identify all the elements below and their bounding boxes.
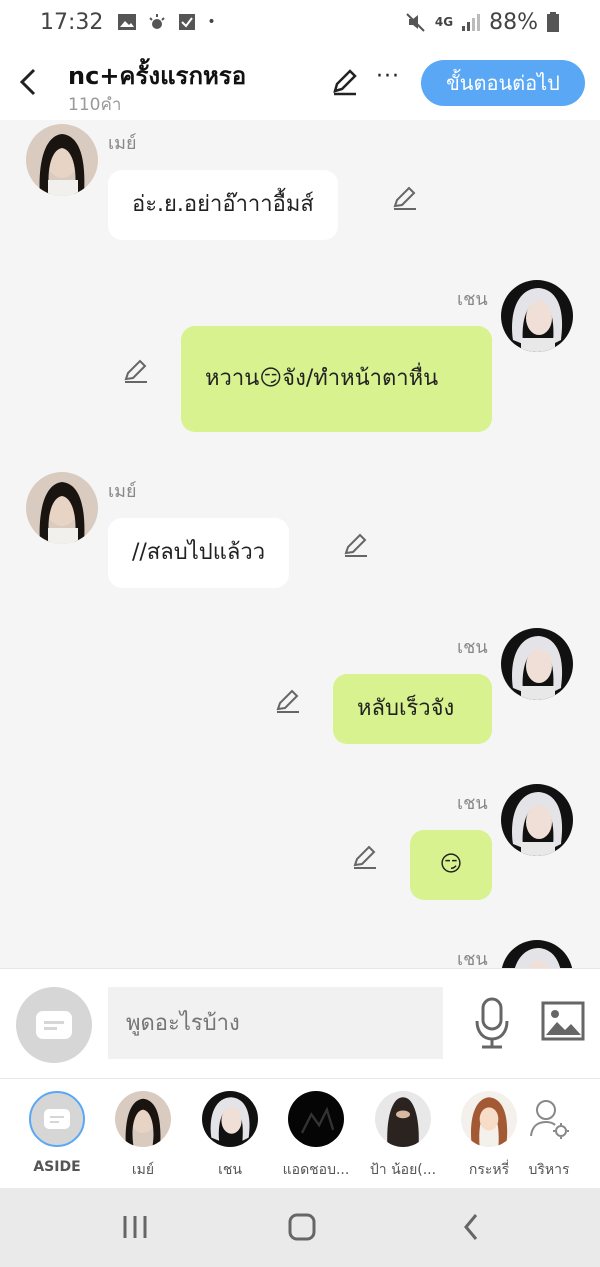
character-chen[interactable]: เชน <box>187 1091 273 1181</box>
edit-message-icon[interactable] <box>274 686 302 714</box>
character-label: ASIDE <box>33 1159 81 1175</box>
sender-name: เมย์ <box>108 481 137 502</box>
checkbox-notification-icon <box>179 14 196 30</box>
sender-name: เชน <box>457 637 488 658</box>
chat-area[interactable]: เมย์ อ่ะ.ย.อย่าอ๊าาาอื้มส์ เชน หวาน😏จัง/… <box>0 120 600 968</box>
sender-name: เชน <box>457 949 488 968</box>
avatar <box>375 1091 431 1147</box>
edit-message-icon[interactable] <box>351 842 379 870</box>
status-time: 17:32 <box>40 9 104 35</box>
sender-name: เชน <box>457 793 488 814</box>
battery-level: 88% <box>489 9 538 35</box>
status-bar: 17:32 • 4G 88% <box>0 0 600 44</box>
character-label: เชน <box>218 1162 242 1178</box>
aside-avatar <box>29 1091 85 1147</box>
battery-icon <box>547 12 559 32</box>
system-navigation-bar <box>0 1188 600 1267</box>
sender-name: เมย์ <box>108 133 137 154</box>
message-bubble[interactable]: หวาน😏จัง/ทำหน้าตาหื่น <box>181 326 492 432</box>
sender-name: เชน <box>457 289 488 310</box>
next-step-button[interactable]: ขั้นตอนต่อไป <box>421 60 585 106</box>
character-aside[interactable]: ASIDE <box>14 1091 100 1175</box>
manage-characters-icon <box>521 1091 577 1147</box>
recent-apps-icon[interactable] <box>121 1214 149 1240</box>
microphone-icon[interactable] <box>472 997 512 1049</box>
message-bubble[interactable]: //สลบไปแล้วว <box>108 518 290 588</box>
edit-title-icon[interactable] <box>330 66 360 96</box>
network-type: 4G <box>434 15 454 29</box>
word-count: 110คำ <box>68 95 122 115</box>
dot-notification-icon: • <box>207 14 216 30</box>
edit-message-icon[interactable] <box>122 356 150 384</box>
aside-note-icon <box>36 1011 72 1039</box>
avatar <box>202 1091 258 1147</box>
back-icon[interactable] <box>462 1213 480 1241</box>
aside-note-icon <box>44 1109 70 1129</box>
character-label: เมย์ <box>131 1162 155 1178</box>
avatar <box>288 1091 344 1147</box>
page-title: nc+ครั้งแรกหรอ <box>68 62 247 90</box>
message-composer <box>0 968 600 1078</box>
back-arrow-icon[interactable] <box>14 62 40 102</box>
avatar-chen[interactable] <box>501 940 573 968</box>
avatar-may[interactable] <box>26 124 98 196</box>
message-bubble[interactable]: อ่ะ.ย.อย่าอ๊าาาอื้มส์ <box>108 170 338 240</box>
chat-header: nc+ครั้งแรกหรอ 110คำ ··· ขั้นตอนต่อไป <box>0 44 600 120</box>
message-bubble[interactable]: หลับเร็วจัง <box>333 674 492 744</box>
edit-message-icon[interactable] <box>342 530 370 558</box>
edit-message-icon[interactable] <box>391 183 419 211</box>
mute-icon <box>406 13 425 32</box>
character-admin[interactable]: แอดชอบ... <box>273 1091 359 1181</box>
character-bar: ASIDE เมย์ เชน แอดชอบ... ป้า น้อย(... กร… <box>0 1078 600 1188</box>
weather-notification-icon <box>149 14 166 29</box>
gallery-notification-icon <box>118 14 137 30</box>
message-input[interactable] <box>108 987 443 1059</box>
avatar <box>115 1091 171 1147</box>
character-aunt-noi[interactable]: ป้า น้อย(... <box>360 1091 446 1181</box>
character-may[interactable]: เมย์ <box>100 1091 186 1181</box>
avatar-may[interactable] <box>26 472 98 544</box>
avatar-chen[interactable] <box>501 280 573 352</box>
avatar-chen[interactable] <box>501 784 573 856</box>
character-label: ป้า น้อย(... <box>369 1162 437 1178</box>
signal-icon <box>462 14 481 31</box>
character-label: บริหาร <box>528 1162 570 1178</box>
avatar-chen[interactable] <box>501 628 573 700</box>
message-bubble[interactable]: 😏 <box>410 830 492 900</box>
aside-toggle-button[interactable] <box>16 987 92 1063</box>
more-options-icon[interactable]: ··· <box>376 64 400 89</box>
home-icon[interactable] <box>288 1213 316 1241</box>
image-upload-icon[interactable] <box>541 1001 585 1041</box>
character-label: แอดชอบ... <box>282 1162 350 1178</box>
person-gear-icon <box>530 1100 569 1139</box>
manage-characters-button[interactable]: บริหาร <box>506 1091 592 1181</box>
